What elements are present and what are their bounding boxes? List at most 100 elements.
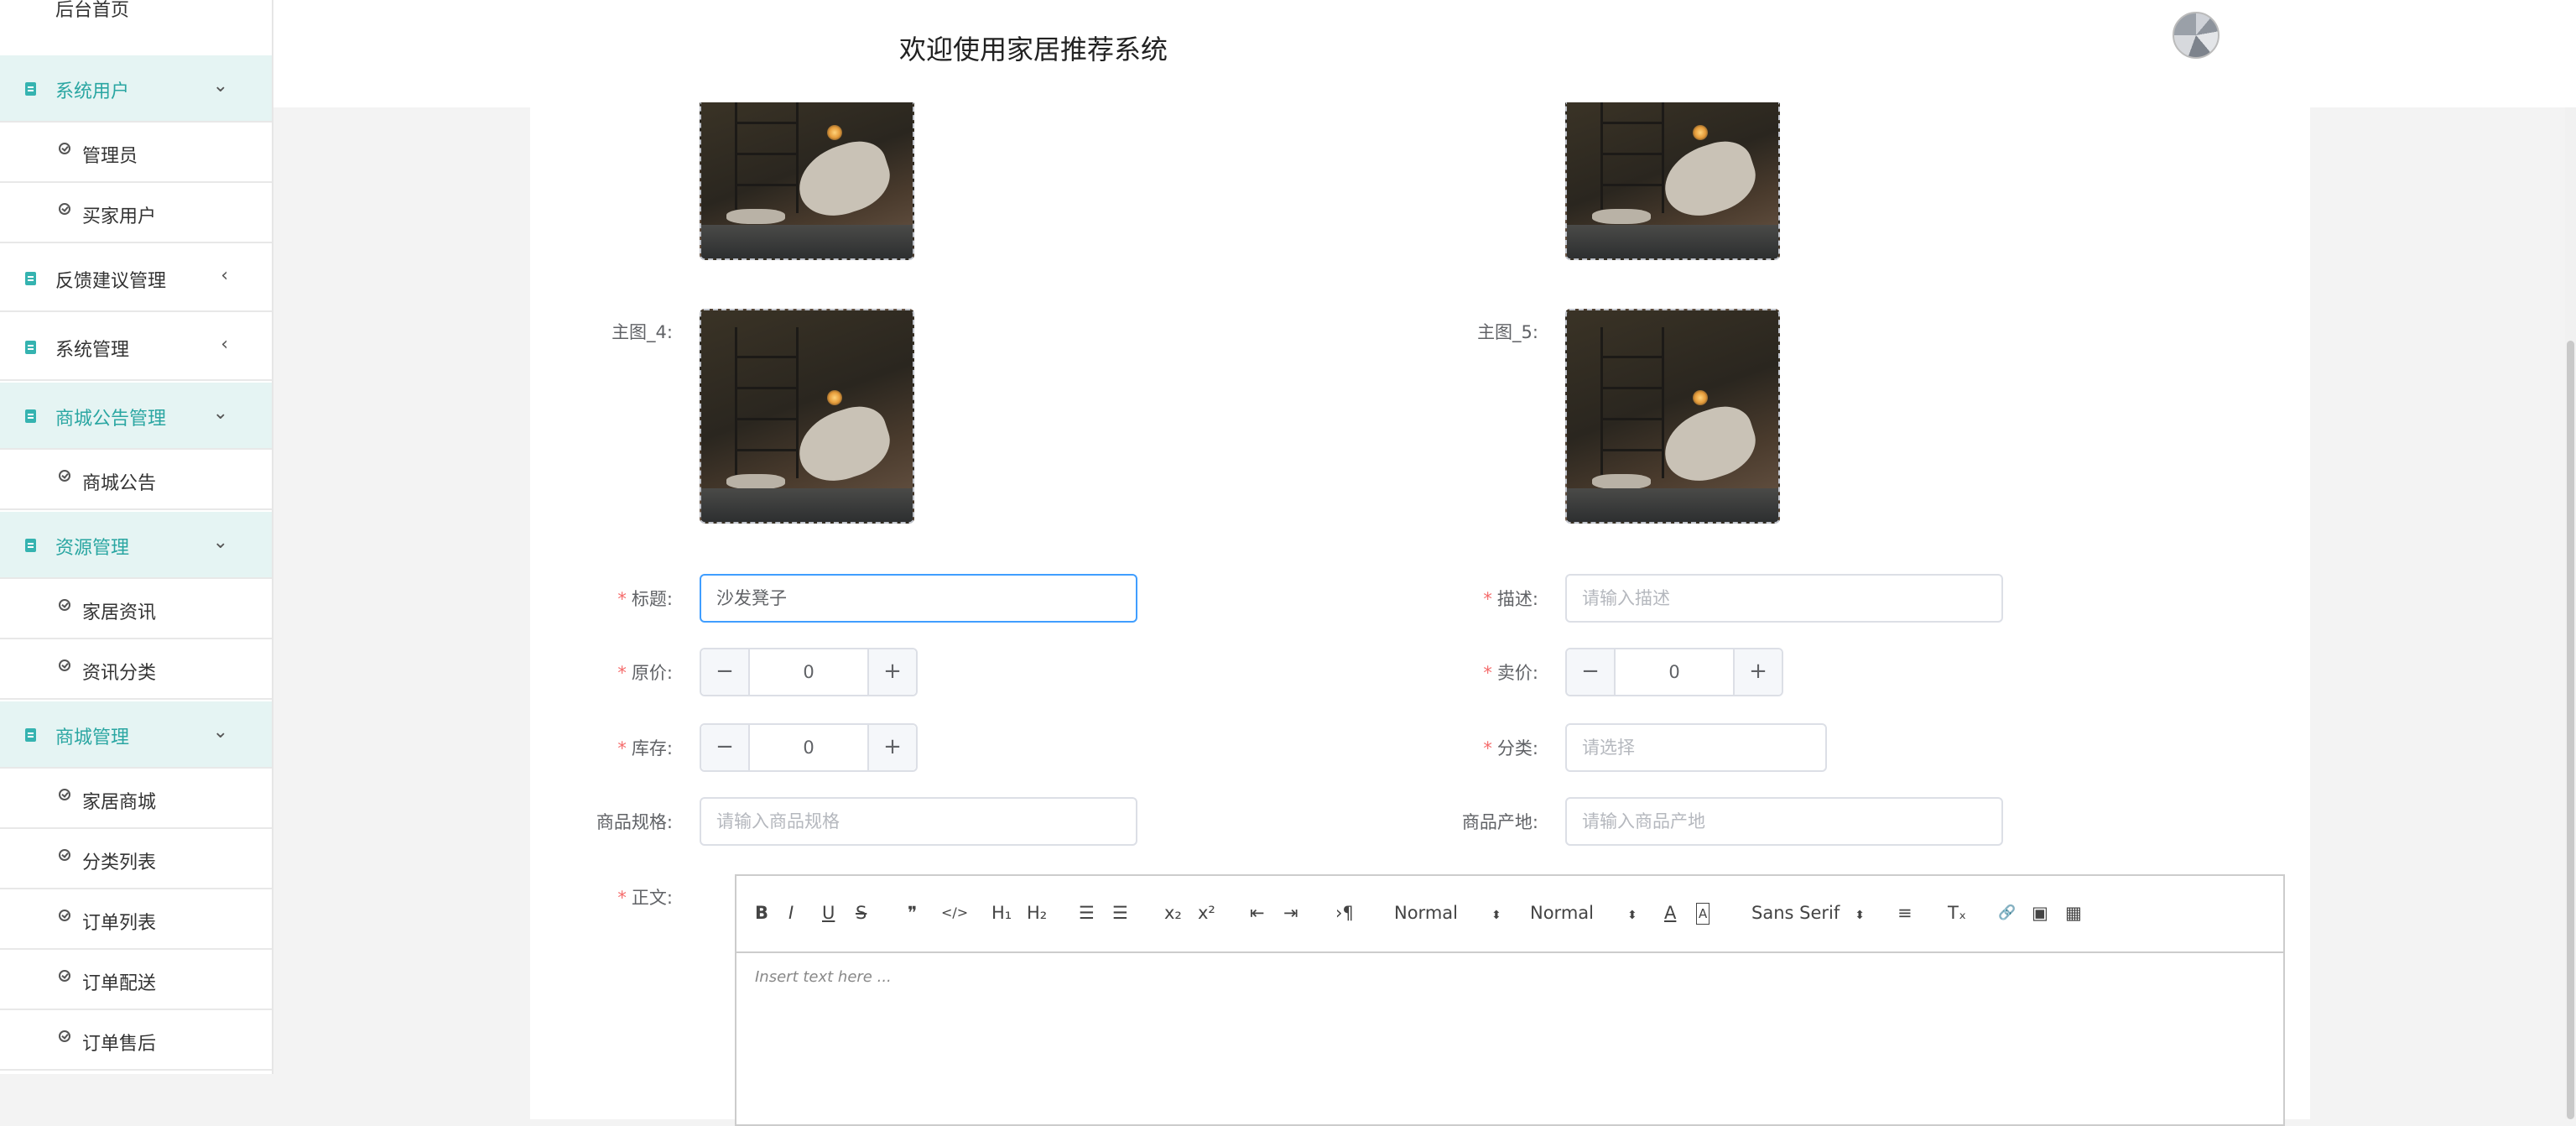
sidebar-group-label: 系统管理 [55, 340, 130, 361]
background-color-icon[interactable]: A [1696, 903, 1710, 925]
sidebar-item-buyers[interactable]: 买家用户 [0, 183, 272, 243]
align-icon[interactable]: ≡ [1897, 903, 1912, 923]
original-price-label: * 原价: [617, 663, 673, 683]
sidebar-item-announcement[interactable]: 商城公告 [0, 450, 272, 510]
select-caret-icon: ⬍ [1855, 909, 1865, 922]
description-input[interactable]: 请输入描述 [1565, 574, 2003, 623]
sidebar-group-mall[interactable]: 商城管理 ⌄ [0, 701, 272, 769]
sidebar-group-feedback[interactable]: 反馈建议管理 ‹ [0, 245, 272, 312]
decrement-button[interactable]: − [701, 649, 750, 695]
sidebar-item-after-sales[interactable]: 订单售后 [0, 1010, 272, 1071]
blockquote-icon[interactable]: ❞ [908, 903, 917, 923]
title-label: * 标题: [617, 589, 673, 609]
clear-format-icon[interactable]: Tₓ [1948, 903, 1966, 923]
decrement-button[interactable]: − [701, 725, 750, 770]
sidebar-item-home-news[interactable]: 家居资讯 [0, 579, 272, 639]
increment-button[interactable]: + [867, 649, 916, 695]
increment-button[interactable]: + [1733, 649, 1782, 695]
chevron-down-icon: ⌄ [212, 403, 228, 424]
check-circle-icon [59, 659, 70, 671]
decrement-button[interactable]: − [1567, 649, 1616, 695]
text-direction-icon[interactable]: ›¶ [1335, 903, 1354, 923]
main-image-5-label: 主图_5: [1477, 322, 1538, 342]
main-image-5[interactable] [1565, 309, 1780, 524]
sidebar-item-order-list[interactable]: 订单列表 [0, 889, 272, 950]
origin-input[interactable]: 请输入商品产地 [1565, 797, 2003, 846]
italic-button[interactable]: I [788, 903, 794, 923]
strike-button[interactable]: S [856, 903, 866, 923]
stock-label: * 库存: [617, 738, 673, 758]
sidebar-group-resources[interactable]: 资源管理 ⌄ [0, 512, 272, 579]
sidebar-group-system-management[interactable]: 系统管理 ‹ [0, 314, 272, 381]
spec-input[interactable]: 请输入商品规格 [700, 797, 1137, 846]
bullet-list-icon[interactable]: ☰ [1112, 903, 1128, 923]
editor-toolbar: B I U S ❞ </> H₁ H₂ ☰ ☰ x₂ x² ⇤ ⇥ ›¶ Nor… [736, 876, 2283, 953]
code-icon[interactable]: </> [941, 903, 968, 923]
scrollbar-thumb[interactable] [2567, 341, 2574, 1119]
rich-text-editor[interactable]: B I U S ❞ </> H₁ H₂ ☰ ☰ x₂ x² ⇤ ⇥ ›¶ Nor… [735, 874, 2285, 1126]
stepper-value[interactable]: 0 [750, 725, 867, 770]
sidebar-group-system-users[interactable]: 系统用户 ⌄ [0, 55, 272, 123]
h2-button[interactable]: H₂ [1027, 903, 1047, 923]
sidebar-item-home[interactable]: 后台首页 [55, 0, 129, 22]
sale-price-label: * 卖价: [1483, 663, 1538, 683]
sidebar-item-label: 订单配送 [82, 973, 157, 994]
sidebar-item-admin[interactable]: 管理员 [0, 123, 272, 183]
stock-stepper[interactable]: − 0 + [700, 723, 918, 772]
subscript-button[interactable]: x₂ [1164, 903, 1182, 923]
description-label: * 描述: [1483, 589, 1538, 609]
stepper-value[interactable]: 0 [1616, 649, 1733, 695]
sale-price-stepper[interactable]: − 0 + [1565, 648, 1783, 696]
original-price-stepper[interactable]: − 0 + [700, 648, 918, 696]
title-input[interactable]: 沙发凳子 [700, 574, 1137, 623]
document-icon [25, 728, 36, 742]
sidebar-group-announcements[interactable]: 商城公告管理 ⌄ [0, 383, 272, 450]
editor-placeholder[interactable]: Insert text here ... [755, 968, 892, 986]
sidebar-group-label: 系统用户 [55, 81, 130, 102]
check-circle-icon [59, 143, 70, 154]
link-icon[interactable]: 🔗 [1998, 903, 2016, 923]
check-circle-icon [59, 203, 70, 215]
main-image-3-right[interactable] [1565, 102, 1780, 260]
h1-button[interactable]: H₁ [991, 903, 1012, 923]
spec-label: 商品规格: [596, 812, 673, 832]
check-circle-icon [59, 1030, 70, 1042]
bold-button[interactable]: B [755, 903, 768, 923]
ordered-list-icon[interactable]: ☰ [1079, 903, 1095, 923]
font-select[interactable]: Sans Serif ⬍ [1751, 903, 1865, 923]
sidebar-item-label: 商城公告 [82, 473, 157, 494]
indent-icon[interactable]: ⇥ [1283, 903, 1298, 923]
stepper-value[interactable]: 0 [750, 649, 867, 695]
sidebar-item-label: 家居资讯 [82, 602, 157, 623]
video-icon[interactable]: ▦ [2065, 903, 2082, 923]
text-color-icon[interactable]: A [1664, 903, 1676, 923]
avatar[interactable] [2173, 12, 2220, 59]
underline-button[interactable]: U [822, 903, 835, 923]
sidebar-group-label: 商城管理 [55, 727, 130, 748]
top-header: 欢迎使用家居推荐系统 [273, 0, 2576, 107]
increment-button[interactable]: + [867, 725, 916, 770]
main-image-4-label: 主图_4: [611, 322, 673, 342]
sidebar-item-order-delivery[interactable]: 订单配送 [0, 950, 272, 1010]
sidebar-item-news-category[interactable]: 资讯分类 [0, 639, 272, 700]
document-icon [25, 272, 36, 285]
image-icon[interactable]: ▣ [2032, 903, 2048, 923]
sidebar-group-label: 商城公告管理 [55, 409, 167, 430]
document-icon [25, 341, 36, 354]
sidebar-item-home-mall[interactable]: 家居商城 [0, 769, 272, 829]
category-select[interactable]: 请选择 [1565, 723, 1827, 772]
origin-label: 商品产地: [1461, 812, 1538, 832]
outdent-icon[interactable]: ⇤ [1250, 903, 1265, 923]
check-circle-icon [59, 789, 70, 800]
sidebar-item-label: 管理员 [82, 146, 138, 167]
body-label: * 正文: [617, 888, 673, 908]
main-image-4[interactable] [700, 309, 914, 524]
sidebar-item-category-list[interactable]: 分类列表 [0, 829, 272, 889]
check-circle-icon [59, 910, 70, 921]
main-image-3[interactable] [700, 102, 914, 260]
page-title: 欢迎使用家居推荐系统 [899, 34, 1168, 65]
size-select[interactable]: Normal ⬍ [1394, 903, 1501, 923]
header-select[interactable]: Normal ⬍ [1530, 903, 1637, 923]
superscript-button[interactable]: x² [1198, 903, 1215, 923]
document-icon [25, 409, 36, 423]
